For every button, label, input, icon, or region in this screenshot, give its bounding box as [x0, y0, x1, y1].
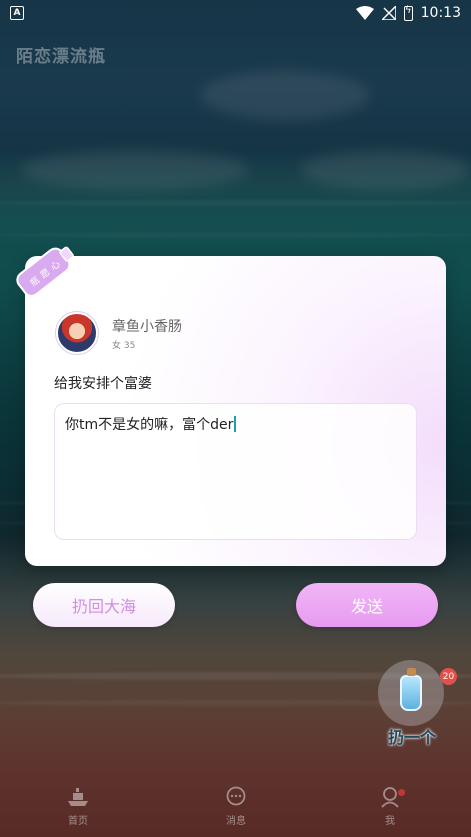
chat-icon [226, 786, 246, 806]
reply-text: 你tm不是女的嘛，富个der [65, 417, 234, 433]
sender-name: 章鱼小香肠 [112, 319, 182, 335]
bottle-card: 章鱼小香肠 女 35 给我安排个富婆 你tm不是女的嘛，富个der [25, 256, 446, 566]
wifi-icon [355, 6, 374, 20]
tab-messages-label: 消息 [226, 816, 246, 827]
tab-messages[interactable]: 消息 [206, 786, 266, 827]
throw-bottle-label[interactable]: 扔一个 [388, 724, 436, 748]
throw-bottle-button[interactable] [378, 660, 444, 726]
text-cursor [234, 416, 236, 432]
bottle-icon [400, 668, 422, 711]
ship-icon [68, 788, 88, 806]
notification-dot [398, 789, 405, 796]
tab-home[interactable]: 首页 [48, 786, 108, 827]
bottle-message: 给我安排个富婆 [54, 376, 152, 392]
tab-home-label: 首页 [68, 816, 88, 827]
reply-input[interactable]: 你tm不是女的嘛，富个der [54, 403, 417, 540]
wish-bottle-tag-icon: 瓶 愿 心 [16, 246, 74, 297]
throw-back-button[interactable]: 扔回大海 [33, 583, 175, 627]
bottom-tab-bar: 首页 消息 我 [0, 780, 471, 837]
status-bar: A 10:13 [0, 0, 471, 26]
bottle-count-badge: 20 [440, 668, 457, 685]
tab-me[interactable]: 我 [360, 786, 420, 827]
tab-me-label: 我 [385, 816, 395, 827]
sender-meta: 女 35 [112, 341, 136, 351]
profile-icon [381, 787, 399, 808]
signal-icon [381, 6, 396, 20]
status-time: 10:13 [420, 5, 461, 21]
avatar[interactable] [56, 312, 98, 354]
app-title: 陌恋漂流瓶 [16, 47, 106, 67]
notification-icon: A [10, 6, 24, 20]
battery-icon [403, 5, 413, 21]
send-button[interactable]: 发送 [296, 583, 438, 627]
